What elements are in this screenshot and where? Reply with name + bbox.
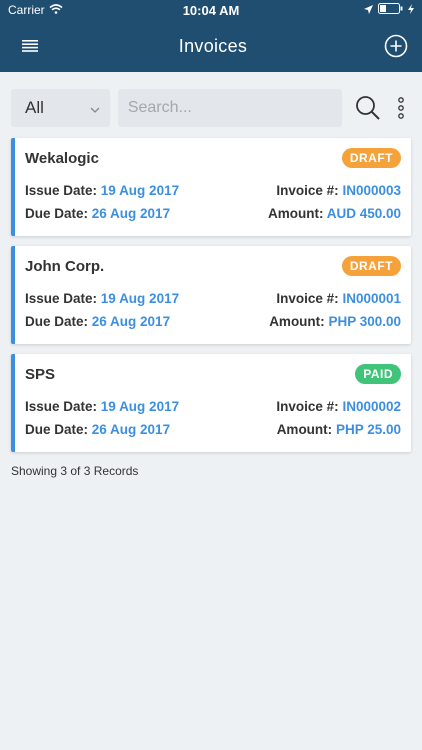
records-count: Showing 3 of 3 Records — [11, 464, 139, 478]
carrier-label: Carrier — [8, 3, 45, 17]
due-date-value: 26 Aug 2017 — [91, 314, 171, 329]
status-left: Carrier — [8, 3, 118, 17]
charging-icon — [407, 3, 414, 17]
page-title: Invoices — [178, 35, 248, 56]
invoice-row-issue: Issue Date: 19 Aug 2017 Invoice #: IN000… — [25, 183, 401, 198]
issue-date-value: 19 Aug 2017 — [100, 399, 180, 414]
client-name: Wekalogic — [25, 149, 99, 167]
invoice-number-value: IN000002 — [342, 399, 401, 414]
status-time: 10:04 AM — [182, 2, 240, 18]
status-badge: PAID — [355, 364, 401, 384]
status-badge: DRAFT — [341, 256, 401, 276]
invoice-card[interactable]: SPS PAID Issue Date: 19 Aug 2017 Invoice… — [11, 354, 411, 452]
amount-value: PHP 25.00 — [335, 422, 401, 437]
client-name: SPS — [25, 365, 56, 383]
invoice-number-value: IN000003 — [342, 183, 401, 198]
invoice-row-issue: Issue Date: 19 Aug 2017 Invoice #: IN000… — [25, 291, 401, 306]
wifi-icon — [49, 3, 63, 17]
invoice-number-label: Invoice #: — [276, 183, 339, 198]
amount-label: Amount: — [276, 422, 333, 437]
invoice-card-header: John Corp. DRAFT — [25, 256, 401, 276]
invoice-card[interactable]: John Corp. DRAFT Issue Date: 19 Aug 2017… — [11, 246, 411, 344]
status-badge: DRAFT — [341, 148, 401, 168]
invoice-row-due: Due Date: 26 Aug 2017 Amount: PHP 25.00 — [25, 422, 401, 437]
due-date-value: 26 Aug 2017 — [91, 206, 171, 221]
invoice-number-label: Invoice #: — [276, 399, 339, 414]
issue-date-value: 19 Aug 2017 — [100, 183, 180, 198]
invoice-list: Wekalogic DRAFT Issue Date: 19 Aug 2017 … — [0, 138, 422, 452]
issue-date-label: Issue Date: — [25, 399, 98, 414]
amount-value: AUD 450.00 — [326, 206, 401, 221]
add-invoice-button[interactable] — [384, 34, 408, 58]
search-input[interactable] — [117, 89, 342, 127]
invoice-row-due: Due Date: 26 Aug 2017 Amount: AUD 450.00 — [25, 206, 401, 221]
search-button[interactable] — [352, 89, 384, 127]
chevron-down-icon — [90, 98, 100, 118]
status-bar: Carrier 10:04 AM — [0, 0, 422, 20]
amount-label: Amount: — [267, 206, 324, 221]
invoice-row-due: Due Date: 26 Aug 2017 Amount: PHP 300.00 — [25, 314, 401, 329]
issue-date-value: 19 Aug 2017 — [100, 291, 180, 306]
invoice-card-header: SPS PAID — [25, 364, 401, 384]
invoice-number-value: IN000001 — [342, 291, 401, 306]
due-date-label: Due Date: — [25, 206, 89, 221]
client-name: John Corp. — [25, 257, 105, 275]
status-right — [304, 3, 414, 17]
more-vertical-icon — [398, 97, 405, 119]
plus-circle-icon — [384, 34, 408, 58]
hamburger-menu-icon[interactable] — [18, 34, 42, 58]
search-icon — [355, 96, 380, 120]
due-date-value: 26 Aug 2017 — [91, 422, 171, 437]
due-date-label: Due Date: — [25, 422, 89, 437]
amount-label: Amount: — [269, 314, 325, 329]
status-filter-value: All — [25, 98, 44, 117]
issue-date-label: Issue Date: — [25, 291, 98, 306]
invoice-row-issue: Issue Date: 19 Aug 2017 Invoice #: IN000… — [25, 399, 401, 414]
issue-date-label: Issue Date: — [25, 183, 98, 198]
more-options-button[interactable] — [391, 89, 411, 127]
location-arrow-icon — [363, 3, 373, 17]
invoice-card-header: Wekalogic DRAFT — [25, 148, 401, 168]
due-date-label: Due Date: — [25, 314, 89, 329]
navigation-bar: Invoices — [0, 20, 422, 72]
filter-bar: All — [0, 72, 422, 138]
battery-icon — [377, 3, 403, 17]
invoice-number-label: Invoice #: — [276, 291, 339, 306]
amount-value: PHP 300.00 — [328, 314, 401, 329]
invoice-card[interactable]: Wekalogic DRAFT Issue Date: 19 Aug 2017 … — [11, 138, 411, 236]
status-filter-select[interactable]: All — [11, 89, 110, 127]
